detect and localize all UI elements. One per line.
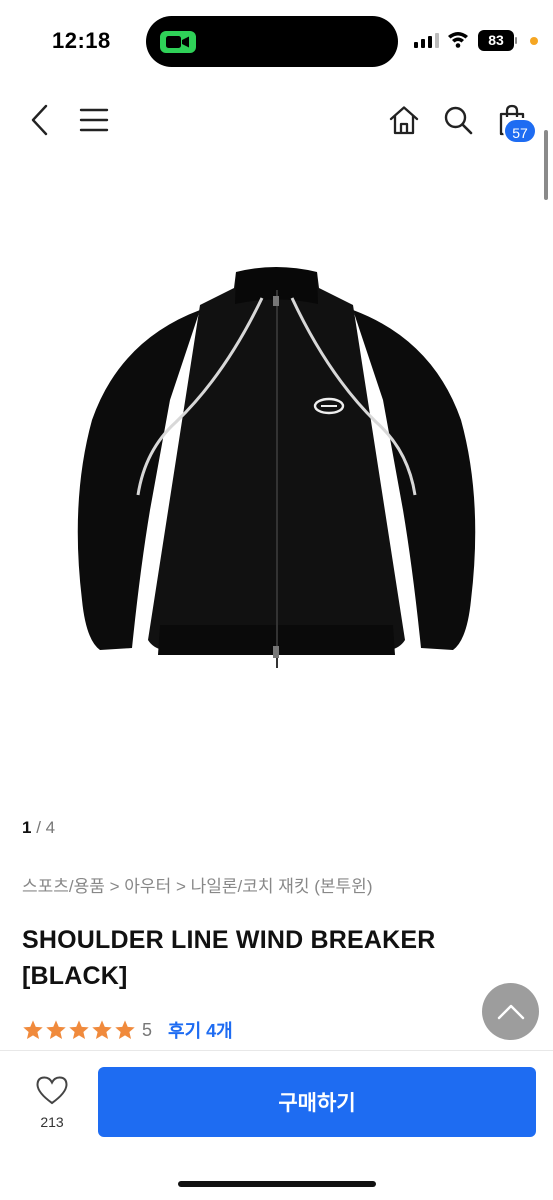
jacket-illustration: [77, 267, 476, 668]
back-button[interactable]: [20, 100, 60, 140]
search-icon: [444, 106, 473, 135]
cellular-signal-icon: [414, 32, 439, 48]
battery-tip: [515, 37, 517, 44]
product-title: SHOULDER LINE WIND BREAKER [BLACK]: [22, 926, 436, 990]
home-icon: [389, 106, 419, 135]
back-chevron-icon: [31, 104, 48, 136]
battery-icon: 83: [478, 30, 514, 51]
search-button[interactable]: [438, 100, 478, 140]
home-indicator: [178, 1181, 376, 1187]
star-icon: [92, 1020, 112, 1039]
star-icon: [115, 1020, 135, 1039]
breadcrumb[interactable]: 스포츠/용품 > 아우터 > 나일론/코치 재킷 (본투윈): [22, 872, 372, 897]
menu-button[interactable]: [74, 100, 114, 140]
wifi-icon: [448, 32, 468, 48]
rating-value: 5: [142, 1019, 153, 1040]
star-rating: [22, 1019, 136, 1041]
product-image[interactable]: [0, 170, 553, 790]
buy-button[interactable]: 구매하기: [98, 1067, 536, 1137]
hamburger-menu-icon: [79, 108, 109, 132]
like-button[interactable]: 213: [30, 1075, 74, 1130]
dynamic-island: [146, 16, 398, 67]
status-time: 12:18: [52, 28, 111, 53]
privacy-indicator-dot: [530, 37, 538, 45]
breadcrumb-path[interactable]: 스포츠/용품 > 아우터 > 나일론/코치 재킷 (본투윈): [22, 877, 372, 896]
review-count-link[interactable]: 후기 4개: [168, 1017, 233, 1043]
image-pager: 1 / 4: [22, 818, 55, 838]
like-count: 213: [40, 1114, 64, 1130]
status-bar: 12:18 83: [0, 0, 553, 84]
star-icon: [23, 1020, 43, 1039]
star-icon: [69, 1020, 89, 1039]
chevron-up-icon: [497, 1004, 524, 1019]
star-icon: [46, 1020, 66, 1039]
pager-total: 4: [45, 818, 56, 837]
heart-icon: [36, 1076, 68, 1105]
home-button[interactable]: [384, 100, 424, 140]
cart-count-badge: 57: [503, 118, 537, 144]
bottom-action-bar: 213 구매하기: [0, 1050, 553, 1200]
rating-row: 5 후기 4개: [22, 1017, 233, 1043]
pager-separator: /: [31, 818, 46, 837]
facetime-camera-icon: [160, 31, 196, 53]
scroll-to-top-button[interactable]: [482, 983, 539, 1040]
